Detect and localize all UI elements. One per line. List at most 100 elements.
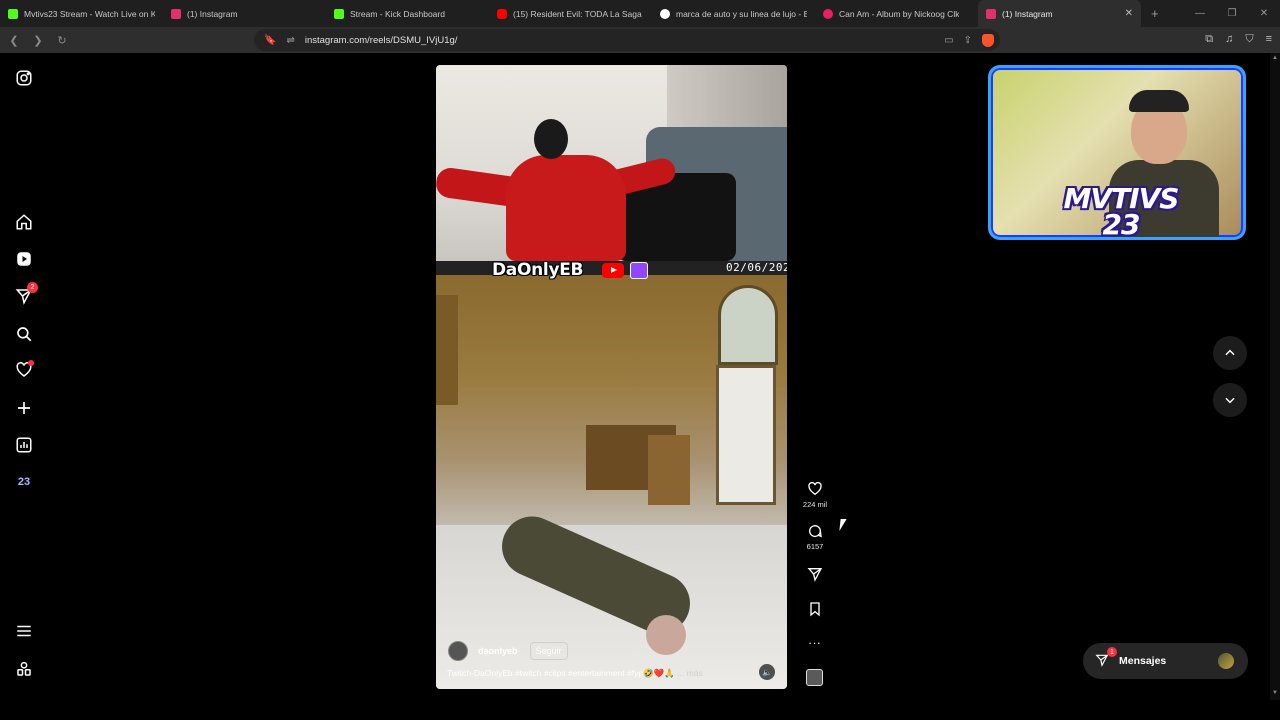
instagram-favicon-icon [171,8,181,19]
dashboard-icon[interactable] [14,435,34,455]
next-reel-button[interactable] [1213,383,1247,417]
kick-favicon-icon [8,8,18,19]
bookmark-icon [810,602,820,617]
reel-author: daonlyeb Seguir [448,641,568,661]
browser-tab[interactable]: Can Am - Album by Nickoog Clk [815,0,978,27]
browser-tab-bar: Mvtivs23 Stream - Watch Live on Kick (1)… [0,0,1280,27]
video-overlay-date: 02/06/202 [726,261,787,274]
browser-tab[interactable]: (1) Instagram [163,0,326,27]
messages-badge: 1 [1107,647,1117,657]
comment-button[interactable]: 6157 [800,523,830,551]
brave-shields-icon[interactable] [982,33,994,47]
site-info-icon[interactable]: ⇌ [286,35,294,46]
like-button[interactable]: 224 mil [800,481,830,509]
forward-icon[interactable]: ❯ [28,34,48,47]
comment-count: 6157 [806,542,824,551]
audio-track-thumbnail[interactable] [806,669,823,686]
follow-button[interactable]: Seguir [529,642,568,660]
share-icon[interactable]: ⇪ [964,35,972,46]
author-avatar[interactable] [448,641,468,661]
tab-label: (1) Instagram [1002,8,1053,19]
url-bar[interactable]: 🔖 ⇌ instagram.com/reels/DSMU_IVjU1g/ ▭ ⇪ [254,29,1000,51]
like-count: 224 mil [802,500,828,509]
close-tab-icon[interactable]: ✕ [1125,8,1133,19]
caption-more-link[interactable]: ... más [677,668,703,678]
create-plus-icon[interactable] [14,398,34,418]
home-icon[interactable] [14,212,34,232]
reel-caption[interactable]: Twitch-DaOnlyEb #twitch #clips #entertai… [447,668,703,679]
video-bottom-scene [436,275,787,689]
youtube-logo-icon [602,263,624,278]
meta-apps-icon[interactable] [14,659,34,679]
media-icon[interactable]: ♫ [1225,33,1233,46]
messages-send-icon: 1 [1095,647,1117,669]
kick-favicon-icon [334,8,344,19]
notification-badge: 2 [27,282,38,293]
chevron-down-icon [1225,397,1235,404]
sidebar-toggle-icon[interactable]: ⧉ [1205,33,1213,46]
scroll-up-icon[interactable]: ▲ [1272,55,1278,61]
instagram-logo-icon[interactable] [14,68,34,88]
author-username[interactable]: daonlyeb [478,646,518,656]
search-icon[interactable] [14,324,34,344]
restore-icon[interactable]: ❐ [1216,8,1248,19]
streamer-webcam-overlay: MVTIVS 23 [988,65,1246,240]
video-overlay-name: DaOnlyEB [492,260,584,280]
mute-toggle-icon[interactable]: 🔈 [759,664,775,680]
comment-icon [809,525,822,538]
heart-icon [808,481,822,496]
sidebar: 2 23 [0,53,48,700]
tab-label: marca de auto y su linea de lujo - Bu [676,8,807,19]
tab-label: (15) Resident Evil: TODA La Saga en [513,8,644,19]
browser-tab[interactable]: Mvtivs23 Stream - Watch Live on Kick [0,0,163,27]
minimize-icon[interactable]: — [1184,8,1216,19]
messages-button[interactable]: 1 Mensajes [1083,643,1248,679]
menu-icon[interactable]: ≡ [1266,33,1272,46]
tab-label: Mvtivs23 Stream - Watch Live on Kick [24,8,155,19]
new-tab-button[interactable]: + [1151,6,1159,21]
window-controls: — ❐ ✕ [1184,0,1280,27]
close-window-icon[interactable]: ✕ [1248,8,1280,19]
instagram-favicon-icon [986,8,996,19]
mouse-cursor-icon [839,519,847,531]
chevron-up-icon [1225,349,1235,356]
bookmark-icon[interactable]: 🔖 [264,35,276,46]
more-menu-icon[interactable] [14,621,34,641]
reels-icon[interactable] [14,249,34,269]
more-options-button[interactable]: ... [800,633,830,647]
caption-text: Twitch-DaOnlyEb #twitch #clips #entertai… [447,668,675,678]
browser-tab-active[interactable]: (1) Instagram ✕ [978,0,1141,27]
previous-reel-button[interactable] [1213,336,1247,370]
webcam-logo: MVTIVS 23 [1051,185,1191,240]
share-button[interactable] [800,566,830,582]
tab-label: Can Am - Album by Nickoog Clk [839,8,960,19]
cast-icon[interactable]: ▭ [944,35,953,46]
send-icon [807,568,823,582]
browser-tab[interactable]: marca de auto y su linea de lujo - Bu [652,0,815,27]
browser-tab[interactable]: (15) Resident Evil: TODA La Saga en [489,0,652,27]
video-top-scene [436,65,787,261]
back-icon[interactable]: ❮ [4,34,24,47]
reload-icon[interactable]: ↻ [52,34,72,47]
vpn-icon[interactable]: ⛉ [1245,33,1253,46]
save-button[interactable] [800,601,830,617]
reel-video[interactable]: DaOnlyEB 02/06/202 daonlyeb Seguir Twitc… [436,65,787,689]
scroll-down-icon[interactable]: ▼ [1272,690,1278,696]
music-favicon-icon [823,8,833,19]
google-favicon-icon [660,8,670,19]
logo-line-2: 23 [1102,208,1141,240]
browser-tab[interactable]: Stream - Kick Dashboard [326,0,489,27]
notifications-heart-icon[interactable] [14,360,34,380]
profile-avatar[interactable]: 23 [14,472,34,492]
messages-label: Mensajes [1119,655,1167,667]
url-text[interactable]: instagram.com/reels/DSMU_IVjU1g/ [305,35,458,46]
youtube-favicon-icon [497,8,507,19]
messages-avatar [1218,653,1234,669]
direct-messages-icon[interactable]: 2 [14,282,38,306]
tab-label: Stream - Kick Dashboard [350,8,445,19]
browser-toolbar: ❮ ❯ ↻ 🔖 ⇌ instagram.com/reels/DSMU_IVjU1… [0,27,1280,53]
page-scrollbar[interactable]: ▲ ▼ [1270,53,1280,700]
tab-label: (1) Instagram [187,8,238,19]
twitch-logo-icon [630,262,648,279]
notification-dot [28,360,34,366]
